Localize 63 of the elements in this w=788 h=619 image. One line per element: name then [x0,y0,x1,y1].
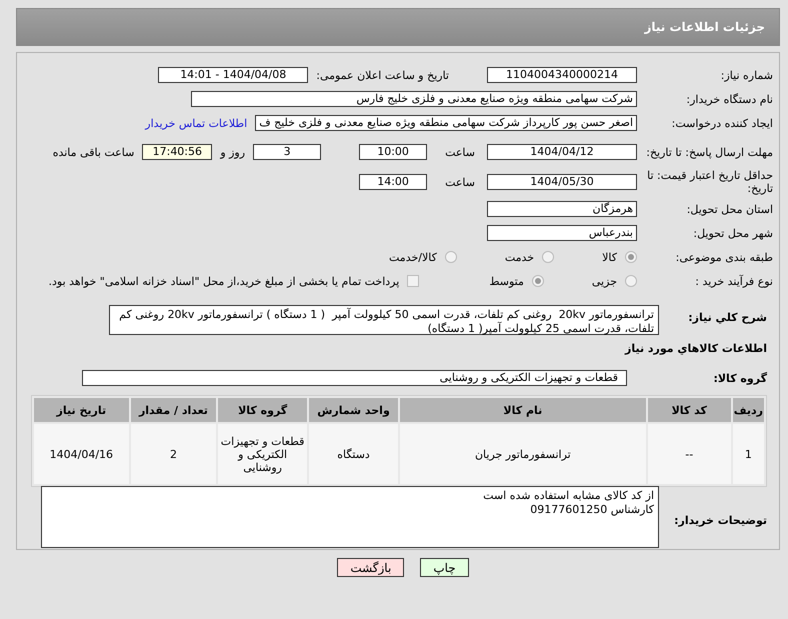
field-label: نوع فرآیند خرید : [694,274,773,288]
radio-button[interactable] [542,251,554,263]
table-cell: قطعات و تجهیزات الکتریکی و روشنایی [218,424,308,484]
notes-area[interactable]: از کد کالای مشابه استفاده شده است کارشناس 09177601250 [41,486,659,548]
contact-link[interactable]: اطلاعات تماس خریدار [145,116,248,130]
field-label: طبقه بندی موضوعی: [674,250,773,264]
field-label: روز و [220,146,246,158]
column-header: ردیف [732,398,764,422]
column-header: تعداد / مقدار [130,398,216,422]
field-label: ساعت [445,146,475,158]
option-label: متوسط [489,274,524,288]
section-heading: اطلاعات کالاهاي مورد نیاز [625,342,767,355]
field-label: تاریخ و ساعت اعلان عمومی: [316,68,449,82]
table-cell: -- [648,424,731,484]
checkbox[interactable] [407,275,420,287]
option-label: کالا [602,250,617,264]
checkbox-label: پرداخت تمام یا بخشی از مبلغ خرید،از محل "اسناد خزانه اسلامی" خواهد بود. [48,274,400,288]
column-header: تاریخ نیاز [34,398,129,422]
input-field[interactable]: شرکت سهامی منطقه ویژه صنایع معدنی و فلزی خلیج فارس [191,91,637,107]
input-field[interactable]: 10:00 [359,144,428,160]
table-cell: 2 [130,424,216,484]
table-cell: ترانسفورماتور جریان [400,424,646,484]
input-field[interactable]: 1404/04/12 [487,144,637,160]
option-label: جزیی [592,274,617,288]
field-label: نام دستگاه خریدار: [685,92,773,106]
option-label: کالا/خدمت [389,250,437,264]
option-label: خدمت [504,250,534,264]
radio-button[interactable] [532,275,544,287]
radio-button[interactable] [625,275,637,287]
field-label: شرح کلي نیاز: [687,311,767,324]
field-label: حداقل تاریخ اعتبار قیمت: تا تاریخ: [646,169,773,195]
page-title: جزئیات اطلاعات نیاز [16,8,780,46]
description-area[interactable]: ترانسفورماتور 20kv روغنی کم تلفات، قدرت اسمی 50 کیلوولت آمپر ( 1 دستگاه ) ترانسفورماتور 20kv روغنی کم تلفات، قدرت اسمی 25 کیلوولت آمپر( 1 دستگاه) [109,305,659,335]
table-cell: 1404/04/16 [34,424,129,484]
table-cell: 1 [732,424,764,484]
field-label: ایجاد کننده درخواست: [670,116,773,130]
input-field[interactable]: 3 [253,144,322,160]
input-field[interactable]: قطعات و تجهیزات الکتریکی و روشنایی [82,370,627,386]
input-field[interactable]: 1104004340000214 [487,67,637,83]
input-field[interactable]: بندرعباس [487,225,637,241]
countdown-field: 17:40:56 [142,144,212,160]
radio-button[interactable] [444,251,457,263]
field-label: ساعت [445,176,475,188]
field-label: شهر محل تحویل: [692,226,773,240]
input-field[interactable]: 1404/04/08 - 14:01 [158,67,308,83]
input-field[interactable]: 14:00 [359,174,428,190]
column-header: واحد شمارش [309,398,398,422]
input-field[interactable]: 1404/05/30 [487,174,637,190]
field-label: گروه کالا: [712,372,767,385]
field-label: توضیحات خریدار: [673,514,767,528]
column-header: نام کالا [400,398,646,422]
field-label: ساعت باقی مانده [52,146,134,158]
radio-button[interactable] [625,251,637,263]
field-label: استان محل تحویل: [686,202,773,216]
table-cell: دستگاه [309,424,398,484]
column-header: کد کالا [648,398,731,422]
print-button[interactable]: چاپ [420,558,469,577]
input-field[interactable]: هرمزگان [487,201,637,217]
input-field[interactable]: اصغر حسن پور کارپرداز شرکت سهامی منطقه ویژه صنایع معدنی و فلزی خلیج ف [255,115,637,131]
column-header: گروه کالا [218,398,308,422]
field-label: شماره نیاز: [720,68,773,82]
field-label: مهلت ارسال پاسخ: تا تاریخ: [645,146,773,158]
back-button[interactable]: بازگشت [337,558,404,577]
